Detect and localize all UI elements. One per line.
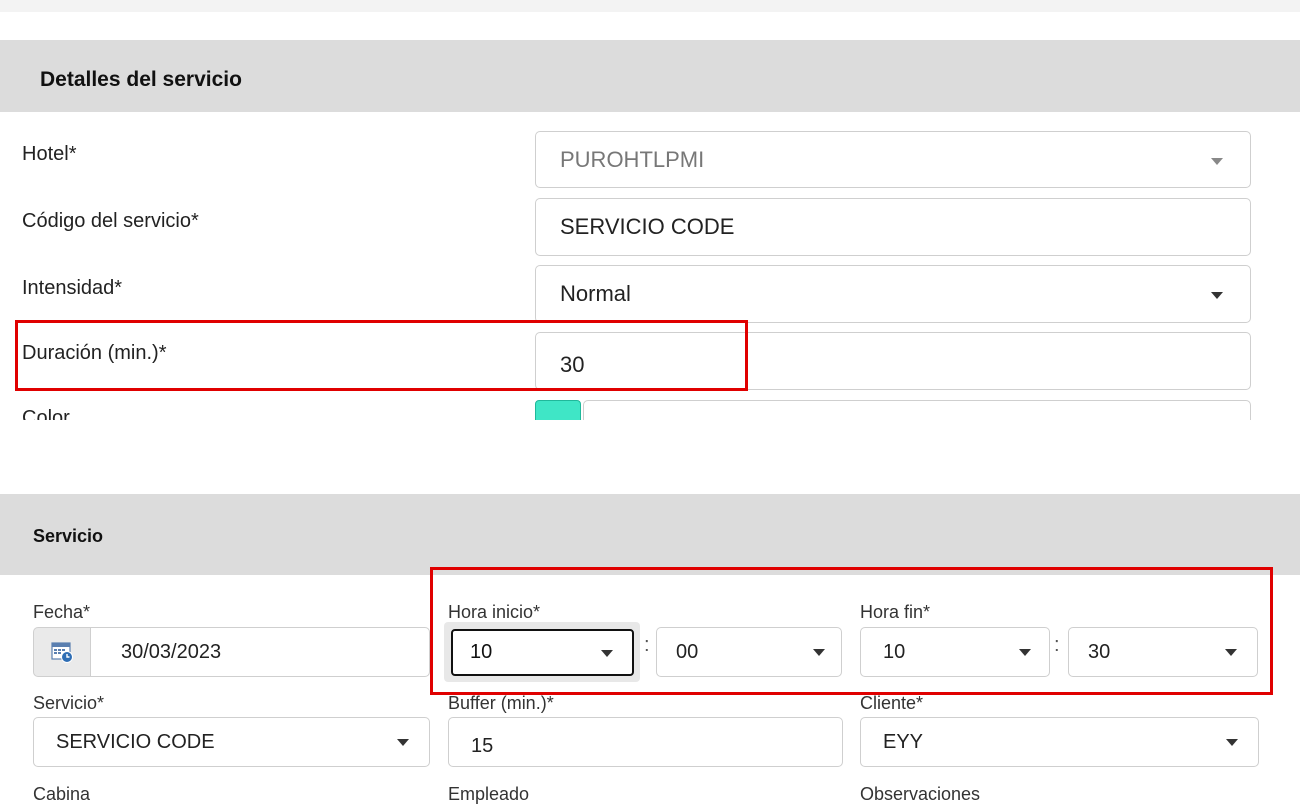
fecha-label: Fecha* xyxy=(33,602,91,622)
empleado-label: Empleado xyxy=(448,784,530,804)
hotel-value: PUROHTLPMI xyxy=(560,146,705,172)
cliente-value: EYY xyxy=(883,730,924,753)
hotel-select[interactable]: PUROHTLPMI xyxy=(535,131,1251,188)
fecha-input[interactable]: 30/03/2023 xyxy=(90,627,430,677)
chevron-down-icon xyxy=(1226,739,1238,746)
hora-highlight-box xyxy=(430,567,1273,695)
duracion-highlight-box xyxy=(15,320,748,391)
detalles-panel-title: Detalles del servicio xyxy=(40,68,242,91)
codigo-input[interactable]: SERVICIO CODE xyxy=(535,198,1251,256)
color-label: Color xyxy=(22,407,70,420)
chevron-down-icon xyxy=(1211,158,1223,165)
intensidad-value: Normal xyxy=(560,281,631,306)
cliente-select[interactable]: EYY xyxy=(860,717,1259,767)
servicio-panel-title: Servicio xyxy=(33,526,104,546)
chevron-down-icon xyxy=(1211,292,1223,299)
servicio-value: SERVICIO CODE xyxy=(56,730,215,753)
calendar-icon xyxy=(51,642,73,663)
cabina-label: Cabina xyxy=(33,784,91,804)
buffer-value: 15 xyxy=(471,734,494,757)
detalles-panel-header: Detalles del servicio xyxy=(0,40,1300,112)
buffer-input[interactable]: 15 xyxy=(448,717,843,767)
top-strip xyxy=(0,0,1300,12)
color-input[interactable] xyxy=(583,400,1251,420)
intensidad-select[interactable]: Normal xyxy=(535,265,1251,323)
servicio-label: Servicio* xyxy=(33,693,105,713)
hotel-label: Hotel* xyxy=(22,143,77,165)
codigo-value: SERVICIO CODE xyxy=(560,214,735,239)
fecha-value: 30/03/2023 xyxy=(121,640,222,663)
servicio-panel-header: Servicio xyxy=(0,494,1300,575)
buffer-label: Buffer (min.)* xyxy=(448,693,554,713)
observaciones-label: Observaciones xyxy=(860,784,981,804)
servicio-select[interactable]: SERVICIO CODE xyxy=(33,717,430,767)
chevron-down-icon xyxy=(397,739,409,746)
color-row-clipped: Color xyxy=(0,398,1300,420)
color-swatch[interactable] xyxy=(535,400,581,420)
intensidad-label: Intensidad* xyxy=(22,277,123,299)
codigo-label: Código del servicio* xyxy=(22,210,199,232)
cliente-label: Cliente* xyxy=(860,693,924,713)
calendar-button[interactable] xyxy=(33,627,90,677)
